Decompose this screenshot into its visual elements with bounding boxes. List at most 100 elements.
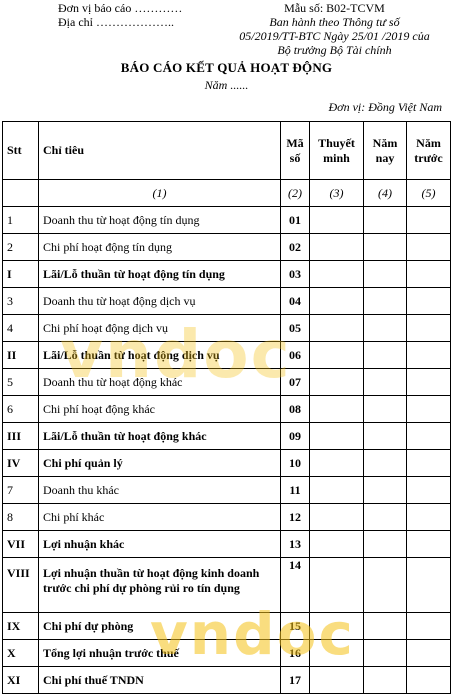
row-note-cell (309, 639, 364, 667)
row-indicator: Chi phí dự phòng (38, 612, 281, 640)
table-row: 4 Chi phí hoạt động dịch vụ 05 (2, 314, 451, 342)
row-prev-year-cell (406, 260, 451, 288)
row-code: 05 (280, 314, 310, 342)
row-code: 11 (280, 476, 310, 504)
table-row: 7 Doanh thu khác 11 (2, 476, 451, 504)
row-code: 04 (280, 287, 310, 315)
row-code: 17 (280, 666, 310, 694)
row-note-cell (309, 260, 364, 288)
header-this-year-line-2: nay (375, 150, 395, 165)
row-code: 01 (280, 206, 310, 234)
column-number-1: (1) (38, 179, 281, 207)
table-row: I Lãi/Lỗ thuần từ hoạt động tín dụng 03 (2, 260, 451, 288)
row-this-year-cell (363, 341, 407, 369)
row-code: 10 (280, 449, 310, 477)
row-indicator: Chi phí hoạt động dịch vụ (38, 314, 281, 342)
row-stt: 5 (2, 368, 39, 396)
table-row: 6 Chi phí hoạt động khác 08 (2, 395, 451, 423)
column-number-2: (2) (280, 179, 310, 207)
row-prev-year-cell (406, 368, 451, 396)
row-prev-year-cell (406, 530, 451, 558)
row-stt: VIII (2, 557, 39, 613)
issued-by-line-2: 05/2019/TT-BTC Ngày 25/01 /2019 của (239, 29, 430, 43)
issued-by-line-3: Bộ trưởng Bộ Tài chính (277, 43, 392, 57)
row-indicator: Chi phí khác (38, 503, 281, 531)
row-this-year-cell (363, 233, 407, 261)
row-this-year-cell (363, 557, 407, 613)
row-note-cell (309, 557, 364, 613)
currency-unit: Đơn vị: Đồng Việt Nam (328, 100, 443, 114)
row-prev-year-cell (406, 206, 451, 234)
table-row: IX Chi phí dự phòng 15 (2, 612, 451, 640)
row-stt: XI (2, 666, 39, 694)
row-indicator: Lãi/Lỗ thuần từ hoạt động tín dụng (38, 260, 281, 288)
row-stt: 4 (2, 314, 39, 342)
header-code-line-2: số (289, 150, 301, 165)
issued-by-line-1: Ban hành theo Thông tư số (269, 15, 400, 29)
row-prev-year-cell (406, 233, 451, 261)
row-this-year-cell (363, 476, 407, 504)
row-this-year-cell (363, 260, 407, 288)
table-row: 8 Chi phí khác 12 (2, 503, 451, 531)
row-code: 12 (280, 503, 310, 531)
table-row: VII Lợi nhuận khác 13 (2, 530, 451, 558)
row-indicator: Lãi/Lỗ thuần từ hoạt động khác (38, 422, 281, 450)
row-note-cell (309, 666, 364, 694)
row-stt: 3 (2, 287, 39, 315)
row-note-cell (309, 395, 364, 423)
row-indicator: Chi phí hoạt động khác (38, 395, 281, 423)
row-code: 02 (280, 233, 310, 261)
table-row: XI Chi phí thuế TNDN 17 (2, 666, 451, 694)
row-prev-year-cell (406, 287, 451, 315)
row-indicator: Doanh thu từ hoạt động khác (38, 368, 281, 396)
row-prev-year-cell (406, 639, 451, 667)
header-prev-year-line-2: trước (414, 150, 443, 165)
row-note-cell (309, 314, 364, 342)
row-indicator: Lãi/Lỗ thuần từ hoạt động dịch vụ (38, 341, 281, 369)
row-note-cell (309, 233, 364, 261)
row-note-cell (309, 530, 364, 558)
row-prev-year-cell (406, 557, 451, 613)
row-stt: IV (2, 449, 39, 477)
row-stt: 6 (2, 395, 39, 423)
row-prev-year-cell (406, 422, 451, 450)
header-this-year-line-1: Năm (372, 135, 398, 150)
table-row: VIII Lợi nhuận thuần từ hoạt động kinh do… (2, 557, 451, 613)
reporting-unit-line: Đơn vị báo cáo ………… (58, 1, 183, 15)
header-code-line-1: Mã (286, 135, 304, 150)
row-stt: X (2, 639, 39, 667)
row-note-cell (309, 612, 364, 640)
row-this-year-cell (363, 206, 407, 234)
row-stt: 8 (2, 503, 39, 531)
address-line: Địa chỉ ……………….. (58, 15, 174, 29)
row-code: 09 (280, 422, 310, 450)
row-code: 03 (280, 260, 310, 288)
column-number-3: (3) (309, 179, 364, 207)
header-indicator: Chỉ tiêu (38, 121, 281, 180)
row-note-cell (309, 341, 364, 369)
header-note-line-1: Thuyết (318, 135, 355, 150)
table-row: II Lãi/Lỗ thuần từ hoạt động dịch vụ 06 (2, 341, 451, 369)
row-code: 15 (280, 612, 310, 640)
table-row: 1 Doanh thu từ hoạt động tín dụng 01 (2, 206, 451, 234)
row-indicator: Tổng lợi nhuận trước thuế (38, 639, 281, 667)
header-stt: Stt (2, 121, 39, 180)
column-number-5: (5) (406, 179, 451, 207)
row-this-year-cell (363, 612, 407, 640)
row-stt: 2 (2, 233, 39, 261)
report-year: Năm ...... (204, 78, 249, 92)
row-prev-year-cell (406, 314, 451, 342)
row-code: 08 (280, 395, 310, 423)
row-this-year-cell (363, 503, 407, 531)
row-this-year-cell (363, 449, 407, 477)
row-indicator: Doanh thu từ hoạt động dịch vụ (38, 287, 281, 315)
row-this-year-cell (363, 395, 407, 423)
row-note-cell (309, 206, 364, 234)
row-stt: II (2, 341, 39, 369)
row-stt: I (2, 260, 39, 288)
column-number-stt (2, 179, 39, 207)
row-stt: IX (2, 612, 39, 640)
row-indicator: Doanh thu từ hoạt động tín dụng (38, 206, 281, 234)
row-code: 07 (280, 368, 310, 396)
table-row: 2 Chi phí hoạt động tín dụng 02 (2, 233, 451, 261)
